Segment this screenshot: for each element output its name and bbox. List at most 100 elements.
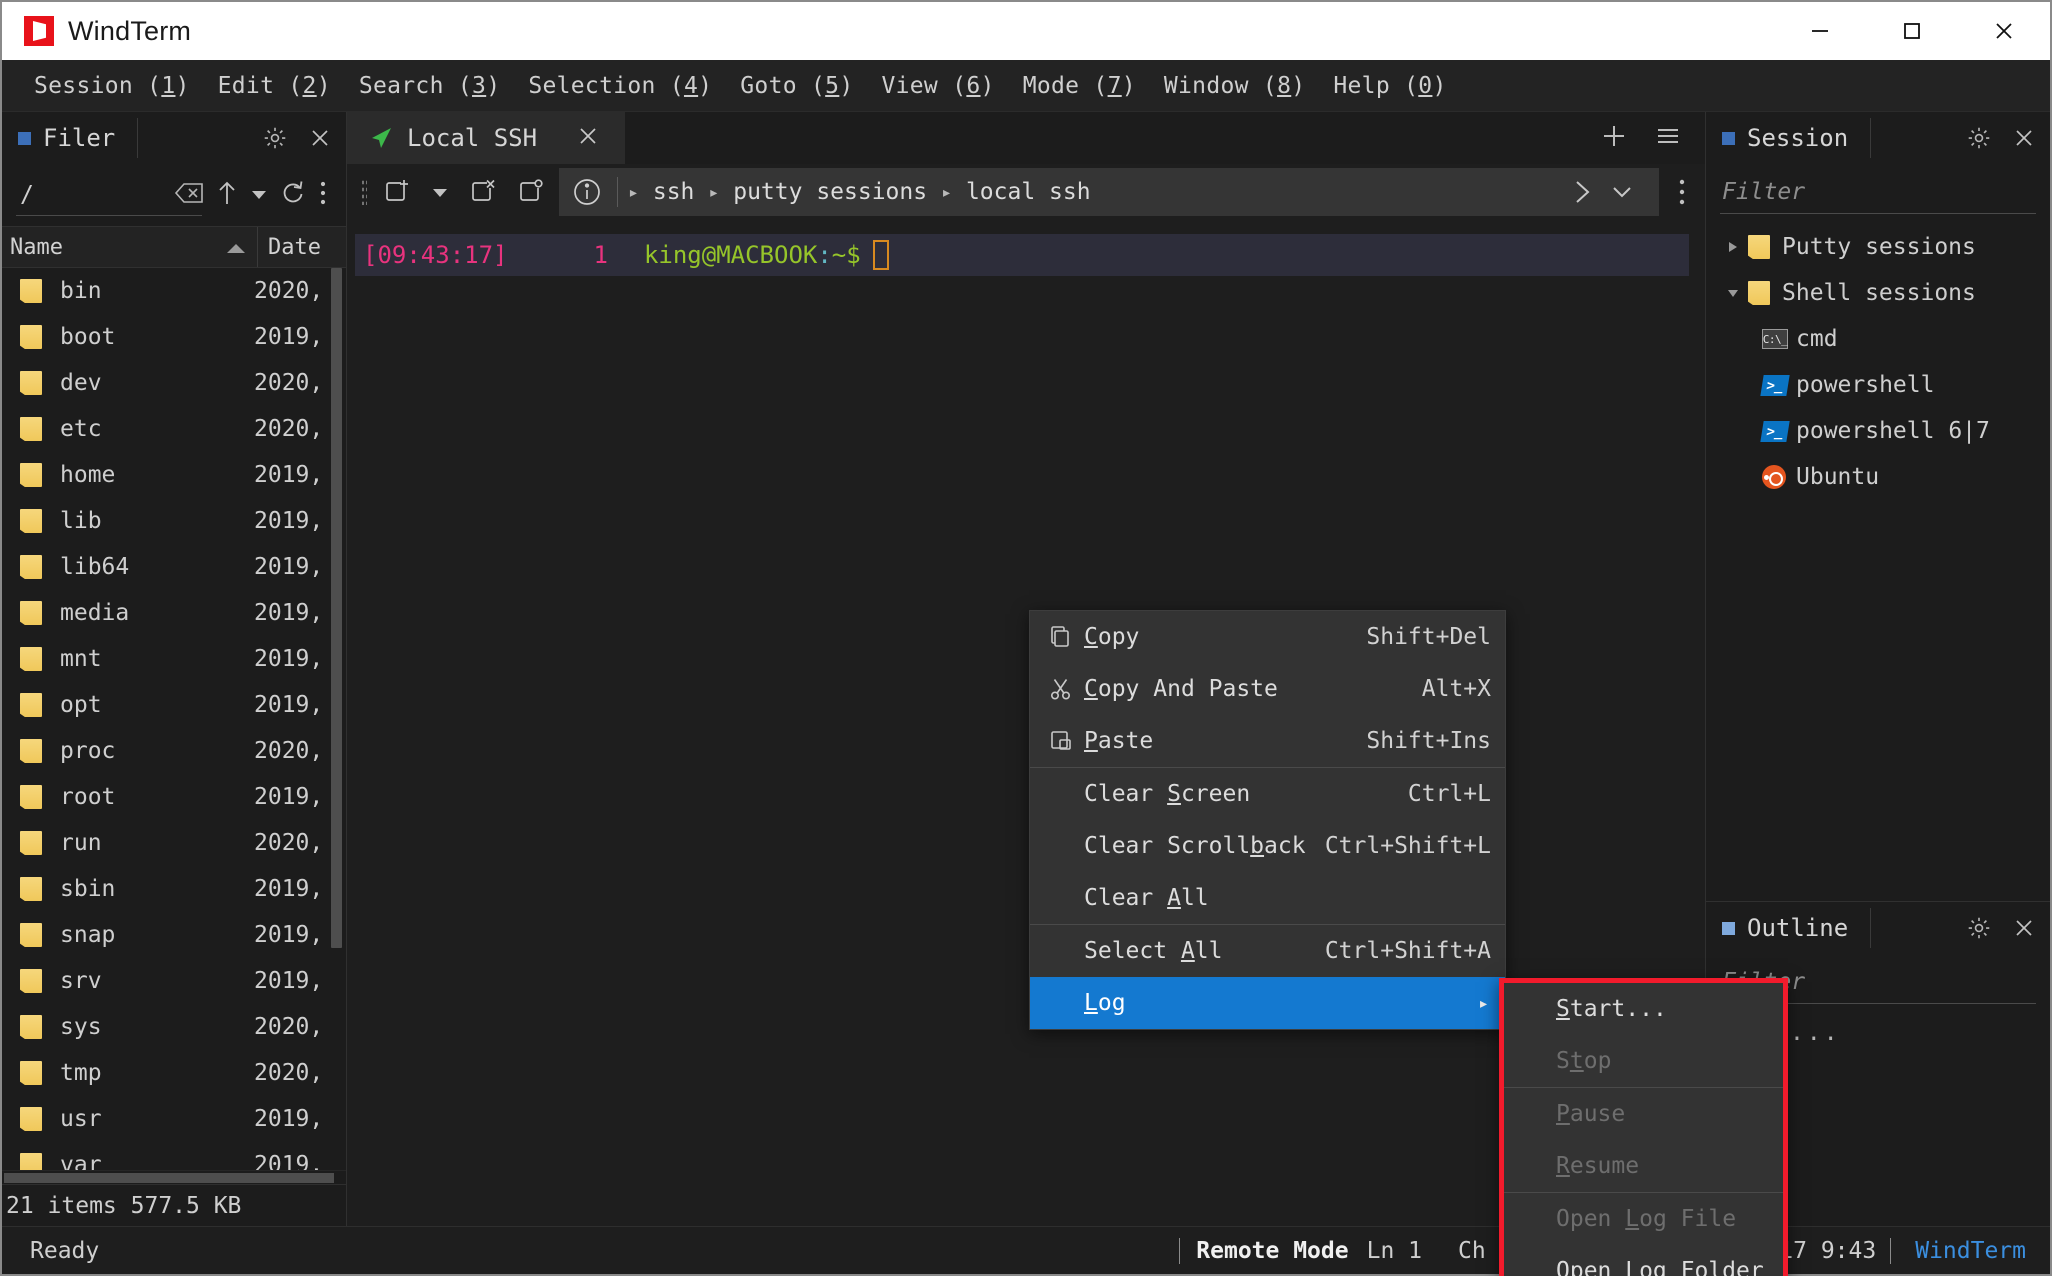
filer-row[interactable]: home 2019,: [2, 452, 346, 498]
filer-vertical-scrollbar[interactable]: [331, 268, 342, 1170]
scrollbar-thumb[interactable]: [331, 268, 342, 948]
session-filter-input[interactable]: Filter: [1706, 164, 2050, 220]
breadcrumb-item-local-ssh[interactable]: local ssh: [956, 179, 1101, 205]
filer-row[interactable]: mnt 2019,: [2, 636, 346, 682]
filer-row[interactable]: root 2019,: [2, 774, 346, 820]
filer-row[interactable]: run 2020,: [2, 820, 346, 866]
filer-row[interactable]: bin 2020,: [2, 268, 346, 314]
filer-path-input[interactable]: /: [16, 172, 210, 218]
window-controls: [1774, 2, 2050, 60]
chevron-right-icon[interactable]: [1559, 177, 1605, 207]
refresh-icon[interactable]: [274, 179, 312, 211]
filer-row[interactable]: var 2019,: [2, 1142, 346, 1170]
maximize-icon[interactable]: [1866, 2, 1958, 60]
status-brand[interactable]: WindTerm: [1891, 1238, 2026, 1264]
filer-row[interactable]: proc 2020,: [2, 728, 346, 774]
context-menu-item-log[interactable]: Log ▸: [1030, 977, 1505, 1029]
close-icon[interactable]: [2012, 126, 2036, 150]
scrollbar-thumb[interactable]: [4, 1173, 334, 1183]
menu-window[interactable]: Window (8): [1150, 67, 1320, 105]
context-menu-item-clear-scrollback[interactable]: Clear Scrollback Ctrl+Shift+L: [1030, 820, 1505, 872]
column-header-name[interactable]: Name: [2, 235, 257, 260]
session-tree-item-putty-sessions[interactable]: Putty sessions: [1706, 224, 2050, 270]
session-tab[interactable]: Session: [1722, 118, 1872, 158]
session-tree-item-shell-sessions[interactable]: Shell sessions: [1706, 270, 2050, 316]
terminal-output[interactable]: [09:43:17] 1 king@MACBOOK:~$ Copy Shift+…: [347, 220, 1788, 1276]
menu-view[interactable]: View (6): [867, 67, 1008, 105]
more-vertical-icon[interactable]: [312, 179, 334, 211]
column-header-date[interactable]: Date: [258, 235, 346, 260]
drag-grip-icon[interactable]: [361, 179, 367, 205]
terminal-cursor: [872, 240, 889, 270]
chevron-down-icon[interactable]: [244, 186, 274, 205]
filer-row[interactable]: tmp 2020,: [2, 1050, 346, 1096]
context-menu-item-copy-and-paste[interactable]: Copy And Paste Alt+X: [1030, 663, 1505, 715]
gear-icon[interactable]: [1966, 125, 1992, 151]
close-session-icon[interactable]: [459, 178, 507, 206]
filer-row[interactable]: opt 2019,: [2, 682, 346, 728]
breadcrumb-item-putty-sessions[interactable]: putty sessions: [723, 179, 937, 205]
title-bar: WindTerm: [2, 2, 2050, 60]
close-icon[interactable]: [1958, 2, 2050, 60]
menu-selection[interactable]: Selection (4): [514, 67, 726, 105]
menu-search[interactable]: Search (3): [345, 67, 515, 105]
tab-local-ssh[interactable]: Local SSH: [347, 112, 626, 164]
breadcrumb-path[interactable]: ▸ ssh ▸ putty sessions ▸ local ssh: [559, 168, 1659, 216]
session-tree-item-ubuntu[interactable]: Ubuntu: [1706, 454, 2050, 500]
close-icon[interactable]: [2012, 916, 2036, 940]
filer-row[interactable]: lib64 2019,: [2, 544, 346, 590]
backspace-clear-icon[interactable]: [174, 182, 204, 208]
chevron-down-icon[interactable]: [1605, 182, 1649, 202]
close-icon[interactable]: [577, 125, 599, 151]
close-icon[interactable]: [308, 126, 332, 150]
info-circle-icon[interactable]: [561, 176, 617, 208]
filer-row[interactable]: media 2019,: [2, 590, 346, 636]
arrow-up-icon[interactable]: [210, 179, 244, 211]
filer-row[interactable]: snap 2019,: [2, 912, 346, 958]
hamburger-menu-icon[interactable]: [1655, 125, 1681, 151]
session-tree-item-powershell[interactable]: >_ powershell: [1706, 362, 2050, 408]
breadcrumb-item-ssh[interactable]: ssh: [643, 179, 705, 205]
menu-goto[interactable]: Goto (5): [726, 67, 867, 105]
submenu-item-start[interactable]: Start...: [1504, 983, 1783, 1035]
context-menu-item-paste[interactable]: Paste Shift+Ins: [1030, 715, 1505, 767]
filer-horizontal-scrollbar[interactable]: [2, 1170, 346, 1184]
chevron-down-icon[interactable]: [1718, 286, 1748, 300]
submenu-item-open-log-folder[interactable]: Open Log Folder: [1504, 1245, 1783, 1276]
session-tree-item-powershell-67[interactable]: >_ powershell 6|7: [1706, 408, 2050, 454]
filer-row[interactable]: srv 2019,: [2, 958, 346, 1004]
status-mode[interactable]: Remote Mode: [1179, 1237, 1349, 1264]
filer-row[interactable]: dev 2020,: [2, 360, 346, 406]
menu-edit[interactable]: Edit (2): [204, 67, 345, 105]
session-tree[interactable]: Putty sessions Shell sessions C:\_ cmd >…: [1706, 220, 2050, 901]
outline-tab[interactable]: Outline: [1722, 908, 1872, 948]
context-menu-item-clear-screen[interactable]: Clear Screen Ctrl+L: [1030, 768, 1505, 820]
filer-row[interactable]: etc 2020,: [2, 406, 346, 452]
filer-row[interactable]: boot 2019,: [2, 314, 346, 360]
gear-icon[interactable]: [1966, 915, 1992, 941]
context-menu-item-copy[interactable]: Copy Shift+Del: [1030, 611, 1505, 663]
session-tree-item-cmd[interactable]: C:\_ cmd: [1706, 316, 2050, 362]
filer-row[interactable]: lib 2019,: [2, 498, 346, 544]
gear-icon[interactable]: [262, 125, 288, 151]
filer-row[interactable]: sys 2020,: [2, 1004, 346, 1050]
minimize-icon[interactable]: [1774, 2, 1866, 60]
plus-icon[interactable]: [1601, 123, 1627, 153]
reconnect-session-icon[interactable]: [507, 178, 555, 206]
filer-header-actions: [262, 125, 332, 151]
filer-row[interactable]: usr 2019,: [2, 1096, 346, 1142]
menu-help[interactable]: Help (0): [1319, 67, 1460, 105]
filer-row[interactable]: sbin 2019,: [2, 866, 346, 912]
context-menu-item-select-all[interactable]: Select All Ctrl+Shift+A: [1030, 925, 1505, 977]
context-menu-item-clear-all[interactable]: Clear All: [1030, 872, 1505, 924]
filer-file-list[interactable]: bin 2020, boot 2019, dev 2020, etc 2020, home 201…: [2, 268, 346, 1170]
folder-icon: [20, 509, 42, 533]
menu-session[interactable]: Session (1): [20, 67, 204, 105]
filer-tab[interactable]: Filer: [18, 118, 139, 158]
new-session-icon[interactable]: [373, 178, 421, 206]
chevron-down-icon[interactable]: [421, 185, 459, 199]
menu-mode[interactable]: Mode (7): [1009, 67, 1150, 105]
more-vertical-icon[interactable]: [1659, 177, 1705, 207]
chevron-right-icon[interactable]: [1718, 239, 1748, 255]
filer-row-name: usr: [60, 1106, 102, 1132]
